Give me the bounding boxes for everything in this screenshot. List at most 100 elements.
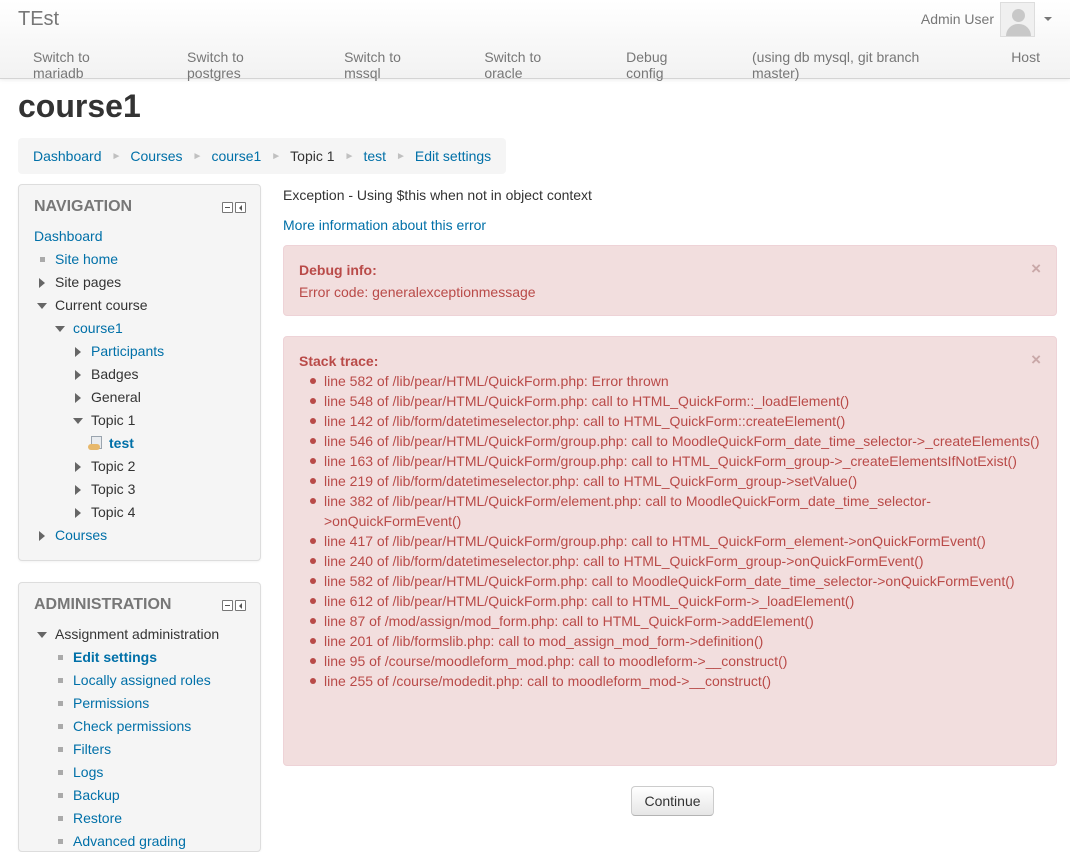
collapse-arrow-icon[interactable] [73,409,83,432]
menu-switch-oracle[interactable]: Switch to oracle [484,49,581,81]
collapse-arrow-icon[interactable] [55,317,65,340]
nav-label-topic-3[interactable]: Topic 3 [91,478,135,501]
collapse-block-icon[interactable] [222,202,233,213]
menu-switch-mariadb[interactable]: Switch to mariadb [33,49,142,81]
nav-label-topic-1[interactable]: Topic 1 [91,409,135,432]
stack-trace-alert: Stack trace: × line 582 of /lib/pear/HTM… [283,336,1057,766]
admin-link-permissions[interactable]: Permissions [73,692,149,715]
nav-item-site-home: Site home [34,248,255,271]
caret-down-icon[interactable] [1044,17,1052,21]
more-info-link[interactable]: More information about this error [283,217,486,233]
expand-arrow-icon[interactable] [73,363,83,386]
bullet-icon [55,738,65,761]
navigation-block: NAVIGATION Dashboard Site home Site page… [18,184,261,561]
expand-arrow-icon[interactable] [73,478,83,501]
continue-button[interactable]: Continue [631,786,714,816]
nav-label-topic-2[interactable]: Topic 2 [91,455,135,478]
expand-arrow-icon[interactable] [73,386,83,409]
breadcrumb-courses[interactable]: Courses [130,148,182,164]
menu-db-info[interactable]: (using db mysql, git branch master) [752,49,966,81]
stack-trace-item: line 612 of /lib/pear/HTML/QuickForm.php… [308,591,1048,611]
admin-link-edit-settings[interactable]: Edit settings [73,646,157,669]
assignment-icon [88,436,104,451]
block-actions [220,600,246,611]
breadcrumb-test[interactable]: test [363,148,386,164]
bullet-icon [55,784,65,807]
admin-link-check-permissions[interactable]: Check permissions [73,715,191,738]
nav-label-topic-4[interactable]: Topic 4 [91,501,135,524]
nav-item-topic-1: Topic 1 [34,409,255,432]
nav-label-current-course[interactable]: Current course [55,294,148,317]
stack-trace-item: line 240 of /lib/form/datetimeselector.p… [308,551,1048,571]
user-avatar-icon[interactable] [1000,1,1035,37]
bullet-icon [55,830,65,851]
expand-arrow-icon[interactable] [73,455,83,478]
debug-info-title: Debug info: [299,262,377,278]
menu-debug-config[interactable]: Debug config [626,49,707,81]
block-actions [220,202,246,213]
breadcrumb-edit-settings[interactable]: Edit settings [415,148,491,164]
menu-switch-postgres[interactable]: Switch to postgres [187,49,299,81]
stack-trace-list: line 582 of /lib/pear/HTML/QuickForm.php… [308,371,1048,691]
nav-label-site-pages[interactable]: Site pages [55,271,121,294]
navigation-tree: Dashboard Site home Site pages Current c… [34,225,255,547]
nav-item-topic-3: Topic 3 [34,478,255,501]
bullet-icon [55,646,65,669]
stack-trace-item: line 163 of /lib/pear/HTML/QuickForm/gro… [308,451,1048,471]
admin-link-advanced-grading[interactable]: Advanced grading [73,830,186,851]
page-title: course1 [18,88,141,124]
nav-item-badges: Badges [34,363,255,386]
nav-link-test[interactable]: test [109,432,134,455]
expand-arrow-icon[interactable] [37,271,47,294]
breadcrumb-course1[interactable]: course1 [211,148,261,164]
admin-link-locally-assigned-roles[interactable]: Locally assigned roles [73,669,211,692]
navigation-block-title: NAVIGATION [34,198,133,215]
admin-item-restore: Restore [34,807,255,830]
admin-link-logs[interactable]: Logs [73,761,103,784]
collapse-block-icon[interactable] [222,600,233,611]
dock-block-icon[interactable] [235,202,246,213]
admin-link-backup[interactable]: Backup [73,784,120,807]
breadcrumb-topic-1: Topic 1 [290,148,335,164]
stack-trace-item: line 582 of /lib/pear/HTML/QuickForm.php… [308,571,1048,591]
stack-trace-item: line 219 of /lib/form/datetimeselector.p… [308,471,1048,491]
nav-label-badges[interactable]: Badges [91,363,138,386]
user-name[interactable]: Admin User [921,11,994,27]
administration-tree: Assignment administration Edit settings … [34,623,255,851]
admin-item-logs: Logs [34,761,255,784]
menu-host[interactable]: Host [1011,49,1040,81]
stack-trace-item: line 87 of /mod/assign/mod_form.php: cal… [308,611,1048,631]
expand-arrow-icon[interactable] [37,524,47,547]
collapse-arrow-icon[interactable] [37,623,47,646]
nav-link-site-home[interactable]: Site home [55,248,118,271]
close-icon[interactable]: × [1031,260,1041,277]
expand-arrow-icon[interactable] [73,340,83,363]
menu-switch-mssql[interactable]: Switch to mssql [344,49,439,81]
nav-label-general[interactable]: General [91,386,141,409]
breadcrumb-dashboard[interactable]: Dashboard [33,148,102,164]
collapse-arrow-icon[interactable] [37,294,47,317]
admin-label-assignment-administration[interactable]: Assignment administration [55,623,219,646]
stack-trace-item: line 382 of /lib/pear/HTML/QuickForm/ele… [308,491,1048,531]
expand-arrow-icon[interactable] [73,501,83,524]
bullet-icon [55,715,65,738]
stack-trace-item: line 142 of /lib/form/datetimeselector.p… [308,411,1048,431]
dock-block-icon[interactable] [235,600,246,611]
admin-link-restore[interactable]: Restore [73,807,122,830]
site-brand[interactable]: TEst [18,8,59,31]
administration-block-title: ADMINISTRATION [34,596,172,613]
nav-item-course1: course1 [34,317,255,340]
admin-link-filters[interactable]: Filters [73,738,111,761]
nav-link-dashboard[interactable]: Dashboard [34,225,103,248]
stack-trace-item: line 255 of /course/modedit.php: call to… [308,671,1048,691]
nav-link-course1[interactable]: course1 [73,317,123,340]
stack-trace-item: line 546 of /lib/pear/HTML/QuickForm/gro… [308,431,1048,451]
admin-item-assignment-administration: Assignment administration [34,623,255,646]
nav-link-courses[interactable]: Courses [55,524,107,547]
nav-link-participants[interactable]: Participants [91,340,164,363]
user-menu[interactable]: Admin User [921,1,1052,37]
breadcrumb-separator-icon: ► [271,150,282,162]
nav-item-dashboard: Dashboard [34,225,255,248]
stack-trace-item: line 582 of /lib/pear/HTML/QuickForm.php… [308,371,1048,391]
close-icon[interactable]: × [1031,351,1041,368]
